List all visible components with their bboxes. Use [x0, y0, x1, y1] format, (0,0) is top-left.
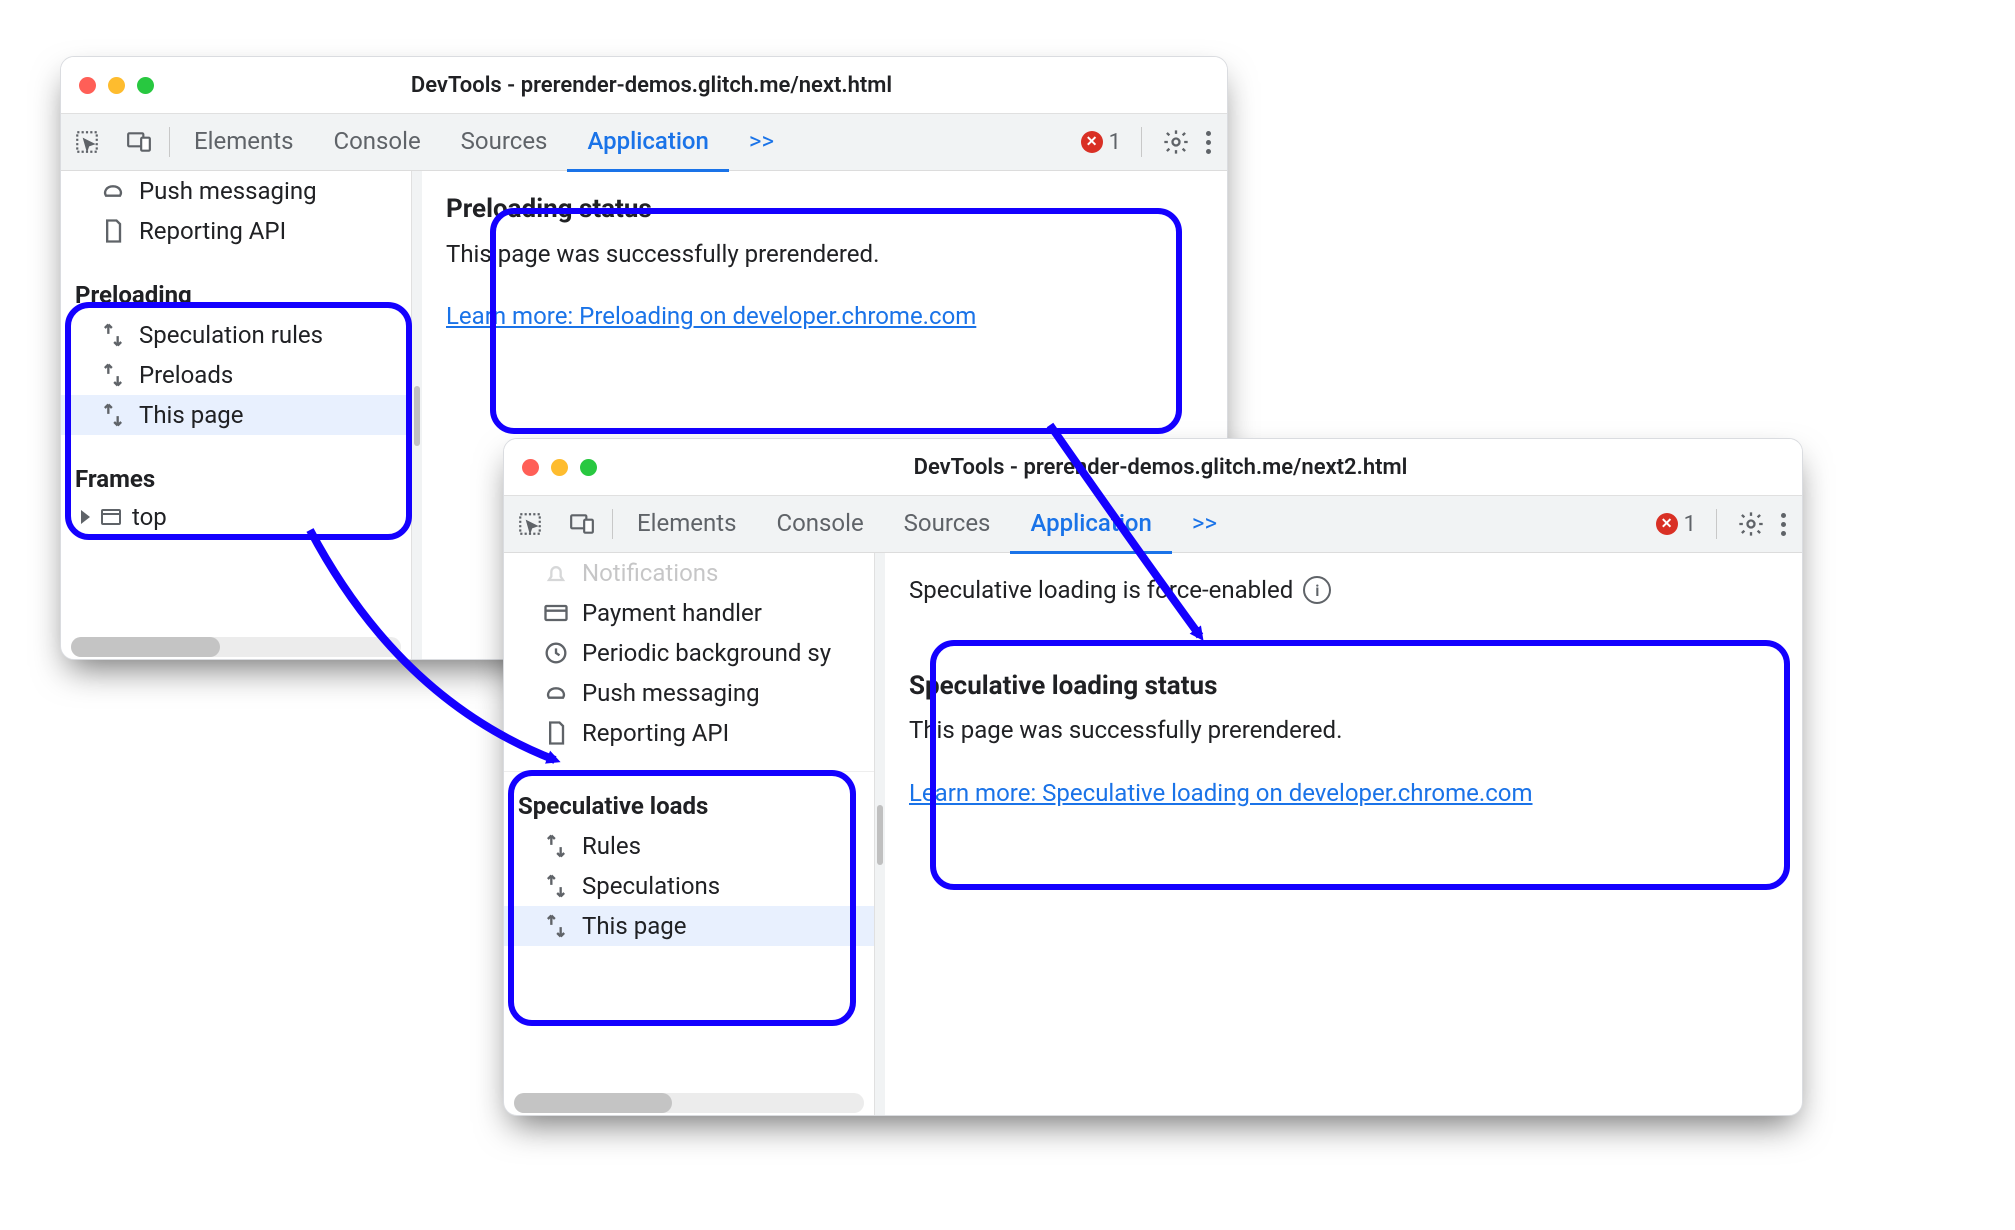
- zoom-window-icon[interactable]: [137, 77, 154, 94]
- application-main: Speculative loading is force-enabled i S…: [885, 553, 1802, 1116]
- chevron-right-icon: [81, 510, 90, 524]
- tab-elements[interactable]: Elements: [174, 113, 313, 172]
- learn-more-link[interactable]: Learn more: Preloading on developer.chro…: [446, 302, 976, 330]
- minimize-window-icon[interactable]: [551, 459, 568, 476]
- sidebar-item-push[interactable]: Push messaging: [61, 171, 411, 211]
- device-toolbar-icon[interactable]: [556, 511, 608, 537]
- resize-handle[interactable]: [414, 386, 420, 446]
- more-menu-icon[interactable]: [1206, 131, 1211, 154]
- status-body: This page was successfully prerendered.: [446, 237, 1203, 272]
- close-window-icon[interactable]: [79, 77, 96, 94]
- application-sidebar: Notifications Payment handler Periodic b…: [504, 553, 875, 1116]
- tab-sources[interactable]: Sources: [884, 495, 1011, 554]
- sidebar-item-payment[interactable]: Payment handler: [504, 593, 874, 633]
- sidebar-section-preloading: Preloading: [61, 271, 411, 315]
- inspect-element-icon[interactable]: [504, 511, 556, 537]
- devtools-window-2: DevTools - prerender-demos.glitch.me/nex…: [503, 438, 1803, 1116]
- tab-sources[interactable]: Sources: [441, 113, 568, 172]
- sidebar-section-speculative: Speculative loads: [504, 782, 874, 826]
- sidebar-item-periodic[interactable]: Periodic background sy: [504, 633, 874, 673]
- status-heading: Speculative loading status: [909, 668, 1778, 706]
- minimize-window-icon[interactable]: [108, 77, 125, 94]
- horizontal-scrollbar[interactable]: [71, 637, 401, 657]
- devtools-toolbar: Elements Console Sources Application >> …: [504, 496, 1802, 553]
- tab-console[interactable]: Console: [756, 495, 883, 554]
- sidebar-item-preloads[interactable]: Preloads: [61, 355, 411, 395]
- inspect-element-icon[interactable]: [61, 129, 113, 155]
- devtools-toolbar: Elements Console Sources Application >> …: [61, 114, 1227, 171]
- traffic-lights[interactable]: [79, 77, 154, 94]
- window-titlebar: DevTools - prerender-demos.glitch.me/nex…: [504, 439, 1802, 496]
- tab-more[interactable]: >>: [729, 113, 794, 172]
- error-count[interactable]: ✕1: [1656, 512, 1696, 537]
- sidebar-item-this-page[interactable]: This page: [61, 395, 411, 435]
- sidebar-item-rules[interactable]: Speculation rules: [61, 315, 411, 355]
- horizontal-scrollbar[interactable]: [514, 1093, 864, 1113]
- sidebar-item-push[interactable]: Push messaging: [504, 673, 874, 713]
- tab-application[interactable]: Application: [1010, 495, 1171, 554]
- tab-application[interactable]: Application: [567, 113, 728, 172]
- close-window-icon[interactable]: [522, 459, 539, 476]
- resize-handle[interactable]: [877, 805, 883, 865]
- window-titlebar: DevTools - prerender-demos.glitch.me/nex…: [61, 57, 1227, 114]
- status-heading: Preloading status: [446, 191, 1203, 229]
- tab-more[interactable]: >>: [1172, 495, 1237, 554]
- application-sidebar: Push messaging Reporting API Preloading …: [61, 171, 412, 660]
- tab-elements[interactable]: Elements: [617, 495, 756, 554]
- device-toolbar-icon[interactable]: [113, 129, 165, 155]
- info-icon[interactable]: i: [1303, 576, 1331, 604]
- learn-more-link[interactable]: Learn more: Speculative loading on devel…: [909, 779, 1533, 807]
- window-title: DevTools - prerender-demos.glitch.me/nex…: [615, 455, 1706, 480]
- gear-icon[interactable]: [1737, 510, 1765, 538]
- gear-icon[interactable]: [1162, 128, 1190, 156]
- status-body: This page was successfully prerendered.: [909, 713, 1778, 748]
- more-menu-icon[interactable]: [1781, 513, 1786, 536]
- sidebar-item-this-page[interactable]: This page: [504, 906, 874, 946]
- sidebar-item-speculations[interactable]: Speculations: [504, 866, 874, 906]
- traffic-lights[interactable]: [522, 459, 597, 476]
- banner-text: Speculative loading is force-enabled: [909, 573, 1293, 608]
- tab-console[interactable]: Console: [313, 113, 440, 172]
- error-count[interactable]: ✕1: [1081, 130, 1121, 155]
- sidebar-item-notifications[interactable]: Notifications: [504, 553, 874, 593]
- sidebar-section-frames: Frames: [61, 455, 411, 499]
- sidebar-item-frames-top[interactable]: top: [61, 499, 411, 535]
- window-title: DevTools - prerender-demos.glitch.me/nex…: [172, 73, 1131, 98]
- sidebar-item-rules[interactable]: Rules: [504, 826, 874, 866]
- zoom-window-icon[interactable]: [580, 459, 597, 476]
- sidebar-item-reporting[interactable]: Reporting API: [61, 211, 411, 251]
- sidebar-item-reporting[interactable]: Reporting API: [504, 713, 874, 753]
